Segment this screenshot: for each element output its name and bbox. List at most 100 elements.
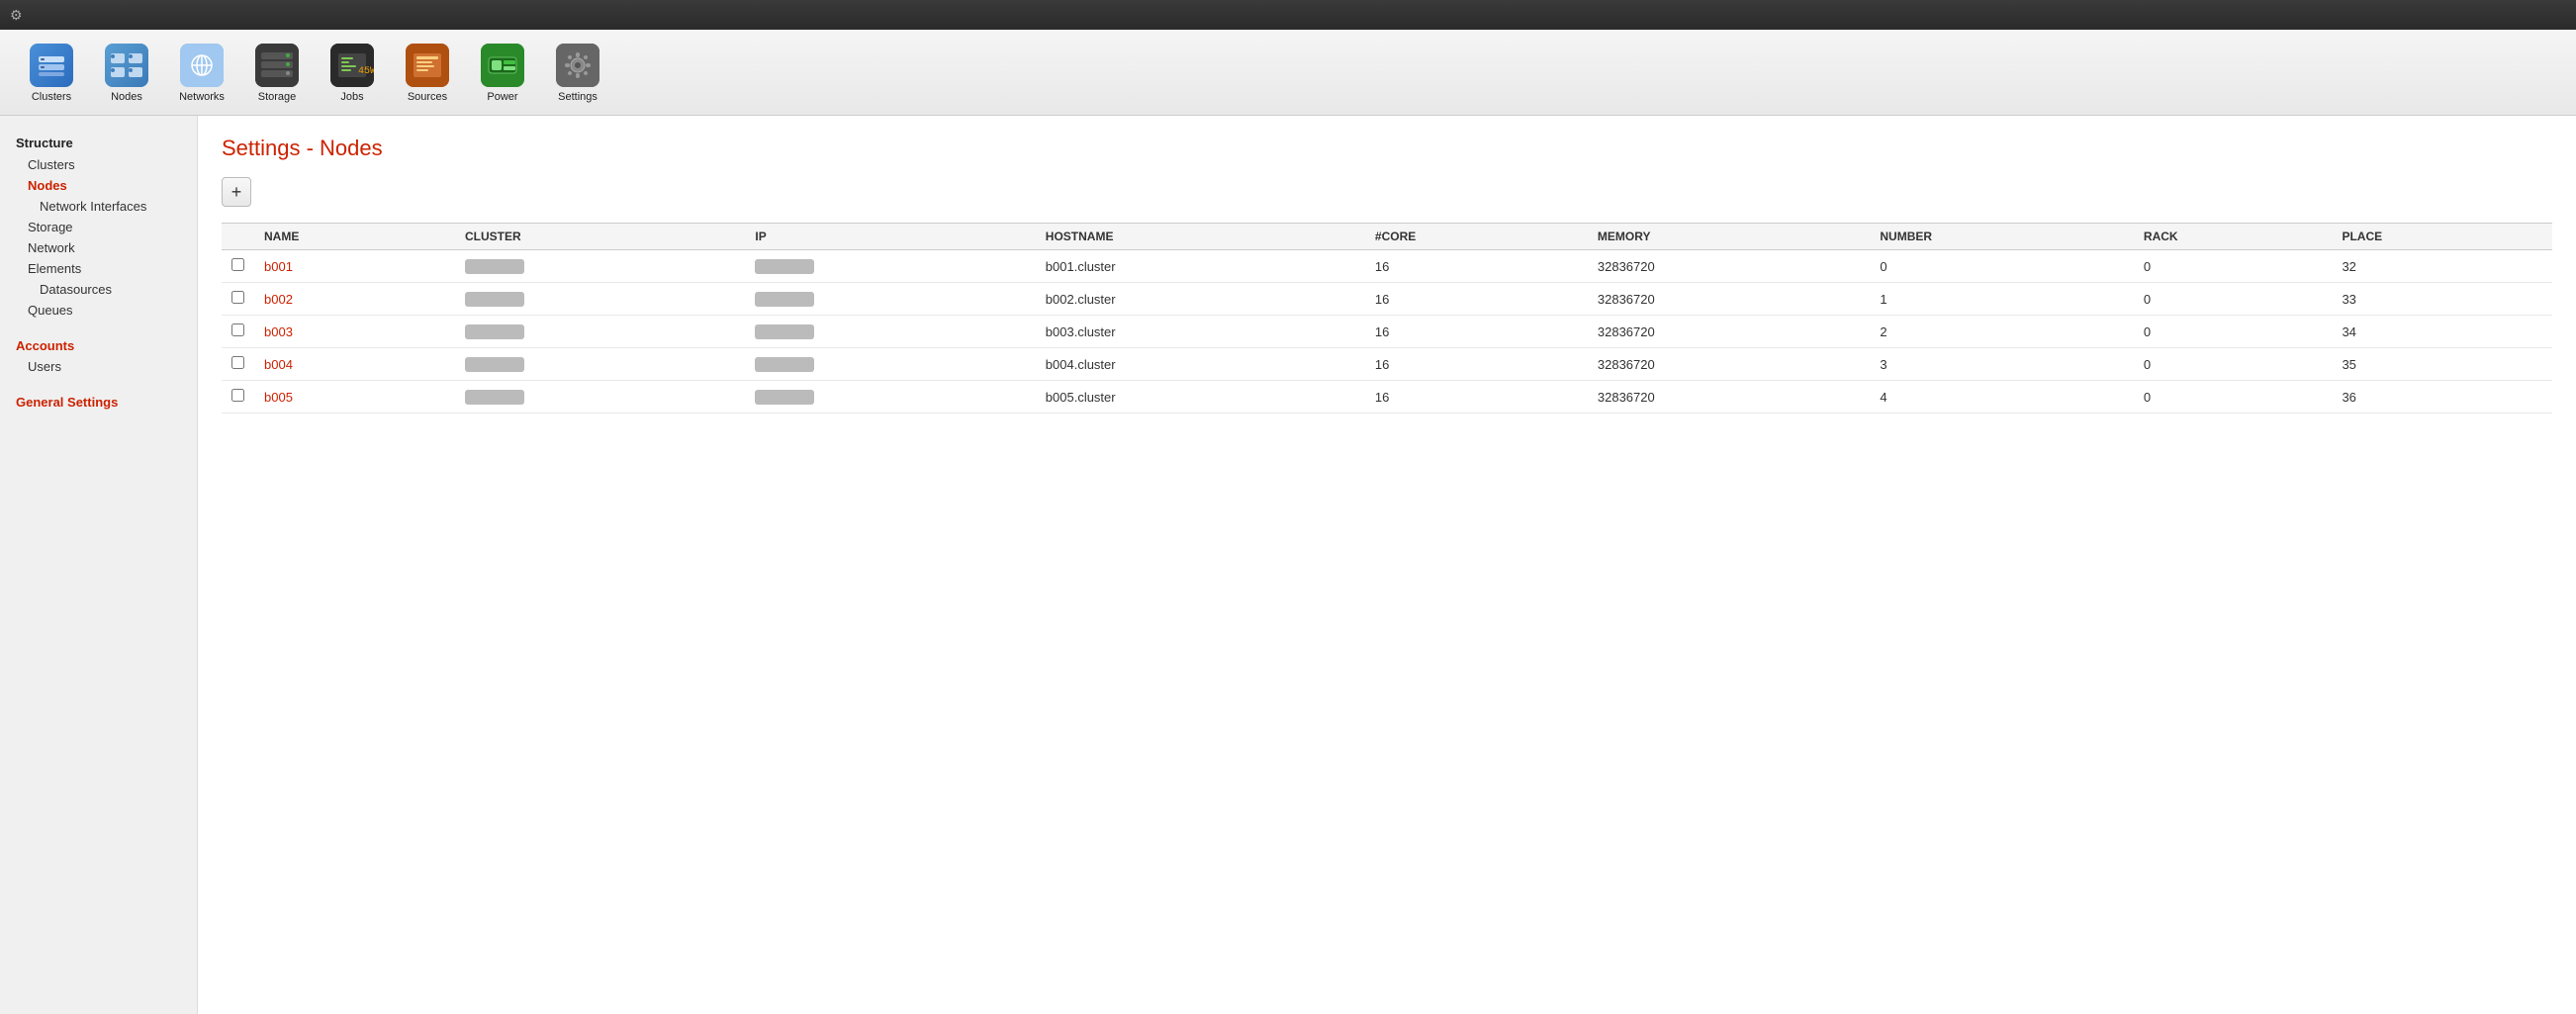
node-place: 33	[2332, 283, 2552, 316]
toolbar-item-clusters[interactable]: Clusters	[16, 38, 87, 107]
toolbar-item-settings[interactable]: Settings	[542, 38, 613, 107]
node-hostname: b002.cluster	[1036, 283, 1365, 316]
node-place: 32	[2332, 250, 2552, 283]
node-ip: ■■■■■■■	[755, 292, 814, 307]
gear-icon: ⚙	[10, 7, 23, 24]
toolbar-item-networks[interactable]: Networks	[166, 38, 237, 107]
node-number: 3	[1870, 348, 2134, 381]
table-row: b002■■■■■■■■■■■■■b002.cluster16328367201…	[222, 283, 2552, 316]
row-checkbox[interactable]	[231, 389, 244, 402]
toolbar-item-jobs[interactable]: 45W Jobs	[317, 38, 388, 107]
node-cluster: ■■■■■■	[465, 292, 524, 307]
storage-label: Storage	[258, 91, 297, 103]
node-core: 16	[1365, 250, 1588, 283]
sidebar-item-users[interactable]: Users	[16, 356, 197, 377]
node-name-link[interactable]: b004	[264, 357, 293, 372]
sidebar-item-nodes[interactable]: Nodes	[16, 175, 197, 196]
node-memory: 32836720	[1588, 250, 1871, 283]
node-number: 0	[1870, 250, 2134, 283]
node-cluster: ■■■■■■	[465, 259, 524, 274]
clusters-label: Clusters	[32, 91, 71, 103]
sidebar-item-network-interfaces[interactable]: Network Interfaces	[16, 196, 197, 217]
sidebar-item-general-settings[interactable]: General Settings	[16, 392, 197, 413]
sidebar-item-network[interactable]: Network	[16, 237, 197, 258]
node-ip: ■■■■■■■	[755, 259, 814, 274]
node-place: 34	[2332, 316, 2552, 348]
node-hostname: b005.cluster	[1036, 381, 1365, 414]
table-row: b003■■■■■■■■■■■■■b003.cluster16328367202…	[222, 316, 2552, 348]
node-ip: ■■■■■■■	[755, 390, 814, 405]
row-checkbox[interactable]	[231, 291, 244, 304]
settings-icon	[556, 44, 599, 87]
jobs-icon: 45W	[330, 44, 374, 87]
toolbar: Clusters Nodes	[0, 30, 2576, 116]
node-hostname: b003.cluster	[1036, 316, 1365, 348]
table-row: b005■■■■■■■■■■■■■b005.cluster16328367204…	[222, 381, 2552, 414]
node-core: 16	[1365, 283, 1588, 316]
add-node-button[interactable]: +	[222, 177, 251, 207]
row-checkbox[interactable]	[231, 258, 244, 271]
col-header-cluster: CLUSTER	[455, 224, 745, 250]
toolbar-item-power[interactable]: Power	[467, 38, 538, 107]
node-ip: ■■■■■■■	[755, 357, 814, 372]
row-checkbox[interactable]	[231, 323, 244, 336]
power-icon-box	[479, 42, 526, 89]
networks-icon-box	[178, 42, 226, 89]
col-header-memory: MEMORY	[1588, 224, 1871, 250]
node-place: 36	[2332, 381, 2552, 414]
node-ip: ■■■■■■■	[755, 324, 814, 339]
node-name-link[interactable]: b003	[264, 324, 293, 339]
node-rack: 0	[2134, 381, 2333, 414]
col-header-core: #CORE	[1365, 224, 1588, 250]
page-title: Settings - Nodes	[222, 136, 2552, 161]
networks-icon	[180, 44, 224, 87]
toolbar-item-sources[interactable]: Sources	[392, 38, 463, 107]
node-place: 35	[2332, 348, 2552, 381]
toolbar-item-nodes[interactable]: Nodes	[91, 38, 162, 107]
clusters-icon	[30, 44, 73, 87]
node-core: 16	[1365, 348, 1588, 381]
power-label: Power	[487, 91, 517, 103]
sidebar: Structure Clusters Nodes Network Interfa…	[0, 116, 198, 1014]
content-area: Settings - Nodes + NAME CLUSTER IP HOSTN…	[198, 116, 2576, 1014]
node-rack: 0	[2134, 348, 2333, 381]
power-icon	[481, 44, 524, 87]
row-checkbox[interactable]	[231, 356, 244, 369]
sidebar-item-storage[interactable]: Storage	[16, 217, 197, 237]
node-number: 4	[1870, 381, 2134, 414]
col-header-hostname: HOSTNAME	[1036, 224, 1365, 250]
clusters-icon-box	[28, 42, 75, 89]
node-core: 16	[1365, 381, 1588, 414]
sidebar-item-queues[interactable]: Queues	[16, 300, 197, 321]
sidebar-item-datasources[interactable]: Datasources	[16, 279, 197, 300]
networks-label: Networks	[179, 91, 225, 103]
col-header-checkbox	[222, 224, 254, 250]
node-memory: 32836720	[1588, 283, 1871, 316]
node-number: 1	[1870, 283, 2134, 316]
sources-icon	[406, 44, 449, 87]
node-name-link[interactable]: b001	[264, 259, 293, 274]
node-memory: 32836720	[1588, 316, 1871, 348]
col-header-ip: IP	[745, 224, 1035, 250]
sidebar-item-elements[interactable]: Elements	[16, 258, 197, 279]
node-cluster: ■■■■■■	[465, 357, 524, 372]
node-rack: 0	[2134, 250, 2333, 283]
node-memory: 32836720	[1588, 381, 1871, 414]
node-rack: 0	[2134, 316, 2333, 348]
node-name-link[interactable]: b005	[264, 390, 293, 405]
nodes-label: Nodes	[111, 91, 142, 103]
top-bar: ⚙	[0, 0, 2576, 30]
settings-label: Settings	[558, 91, 598, 103]
sidebar-item-clusters[interactable]: Clusters	[16, 154, 197, 175]
table-row: b001■■■■■■■■■■■■■b001.cluster16328367200…	[222, 250, 2552, 283]
sources-icon-box	[404, 42, 451, 89]
sidebar-item-accounts[interactable]: Accounts	[16, 335, 197, 356]
svg-text:45W: 45W	[358, 66, 374, 77]
node-memory: 32836720	[1588, 348, 1871, 381]
col-header-number: NUMBER	[1870, 224, 2134, 250]
node-name-link[interactable]: b002	[264, 292, 293, 307]
toolbar-item-storage[interactable]: Storage	[241, 38, 313, 107]
node-cluster: ■■■■■■	[465, 390, 524, 405]
table-header-row: NAME CLUSTER IP HOSTNAME #CORE MEMORY NU…	[222, 224, 2552, 250]
node-hostname: b004.cluster	[1036, 348, 1365, 381]
